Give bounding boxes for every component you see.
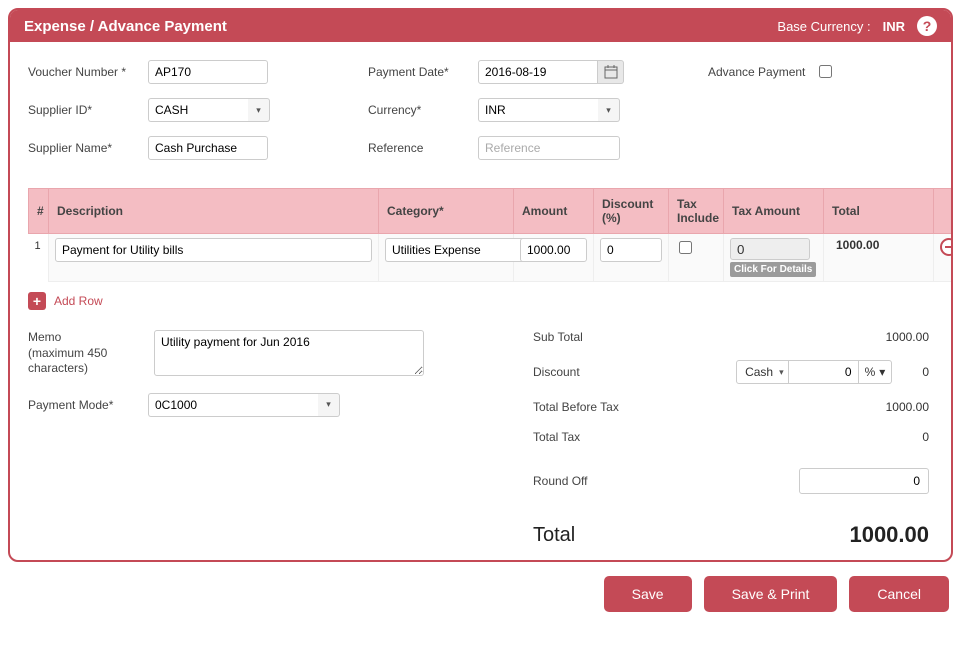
- panel-body: Voucher Number * Supplier ID* ▾ Supplier…: [10, 42, 951, 560]
- row-index: 1: [29, 234, 49, 282]
- add-row-label: Add Row: [54, 294, 103, 308]
- currency-combo[interactable]: [478, 98, 598, 122]
- row-total: 1000.00: [830, 238, 879, 252]
- col-header-discount: Discount (%): [594, 189, 669, 234]
- col-header-tax-include: Tax Include: [669, 189, 724, 234]
- page-title: Expense / Advance Payment: [24, 18, 227, 35]
- base-currency-value: INR: [883, 19, 905, 34]
- advance-payment-label: Advance Payment: [708, 65, 805, 79]
- plus-icon: +: [28, 292, 46, 310]
- line-items-grid: # Description Category* Amount Discount …: [28, 188, 933, 310]
- supplier-name-input[interactable]: [148, 136, 268, 160]
- action-bar: Save Save & Print Cancel: [8, 576, 953, 612]
- tax-include-checkbox[interactable]: [679, 241, 692, 254]
- subtotal-value: 1000.00: [886, 330, 929, 344]
- col-header-total: Total: [824, 189, 934, 234]
- memo-textarea[interactable]: [154, 330, 424, 376]
- subtotal-label: Sub Total: [533, 330, 583, 344]
- currency-dropdown-icon[interactable]: ▾: [598, 98, 620, 122]
- payment-mode-combo[interactable]: [148, 393, 318, 417]
- chevron-down-icon: ▾: [779, 367, 784, 378]
- panel-header: Expense / Advance Payment Base Currency …: [10, 10, 951, 42]
- calendar-icon[interactable]: [598, 60, 624, 84]
- supplier-id-dropdown-icon[interactable]: ▾: [248, 98, 270, 122]
- payment-mode-label: Payment Mode*: [28, 398, 138, 412]
- discount-type-combo[interactable]: Cash▾: [736, 360, 789, 384]
- total-tax-value: 0: [922, 430, 929, 444]
- grand-total-value: 1000.00: [849, 522, 929, 548]
- memo-label: Memo (maximum 450 characters): [28, 330, 138, 377]
- expense-panel: Expense / Advance Payment Base Currency …: [8, 8, 953, 562]
- col-header-tax-amount: Tax Amount: [724, 189, 824, 234]
- currency-label: Currency*: [368, 103, 468, 117]
- save-print-button[interactable]: Save & Print: [704, 576, 838, 612]
- roundoff-label: Round Off: [533, 474, 587, 488]
- discount-label: Discount: [533, 365, 580, 379]
- voucher-number-input[interactable]: [148, 60, 268, 84]
- payment-mode-dropdown-icon[interactable]: ▾: [318, 393, 340, 417]
- amount-input[interactable]: [520, 238, 587, 262]
- base-currency-label: Base Currency :: [777, 19, 870, 34]
- tax-details-hint[interactable]: Click For Details: [730, 262, 816, 277]
- voucher-number-label: Voucher Number *: [28, 65, 138, 79]
- payment-date-label: Payment Date*: [368, 65, 468, 79]
- description-input[interactable]: [55, 238, 372, 262]
- help-icon[interactable]: ?: [917, 16, 937, 36]
- advance-payment-checkbox[interactable]: [819, 65, 832, 78]
- supplier-name-label: Supplier Name*: [28, 141, 138, 155]
- header-form: Voucher Number * Supplier ID* ▾ Supplier…: [28, 60, 933, 160]
- supplier-id-label: Supplier ID*: [28, 103, 138, 117]
- col-header-delete: [934, 189, 954, 234]
- discount-input[interactable]: [600, 238, 662, 262]
- supplier-id-combo[interactable]: [148, 98, 248, 122]
- tax-amount-input[interactable]: [730, 238, 810, 260]
- col-header-category: Category*: [379, 189, 514, 234]
- chevron-down-icon: ▾: [879, 365, 885, 379]
- total-before-tax-value: 1000.00: [886, 400, 929, 414]
- table-row: 1 ▾: [29, 234, 954, 282]
- col-header-description: Description: [49, 189, 379, 234]
- col-header-amount: Amount: [514, 189, 594, 234]
- roundoff-input[interactable]: [799, 468, 929, 494]
- reference-label: Reference: [368, 141, 468, 155]
- header-right: Base Currency : INR ?: [777, 16, 937, 36]
- discount-result: 0: [922, 365, 929, 379]
- grand-total-label: Total: [533, 524, 575, 547]
- delete-row-icon[interactable]: [940, 238, 953, 256]
- total-before-tax-label: Total Before Tax: [533, 400, 619, 414]
- payment-date-input[interactable]: [478, 60, 598, 84]
- cancel-button[interactable]: Cancel: [849, 576, 949, 612]
- add-row-button[interactable]: + Add Row: [28, 292, 933, 310]
- reference-input[interactable]: [478, 136, 620, 160]
- col-header-num: #: [29, 189, 49, 234]
- total-tax-label: Total Tax: [533, 430, 580, 444]
- discount-unit-combo[interactable]: %▾: [859, 360, 893, 384]
- discount-amount-input[interactable]: [789, 360, 859, 384]
- summary-panel: Sub Total 1000.00 Discount Cash▾ %▾: [533, 330, 933, 548]
- save-button[interactable]: Save: [604, 576, 692, 612]
